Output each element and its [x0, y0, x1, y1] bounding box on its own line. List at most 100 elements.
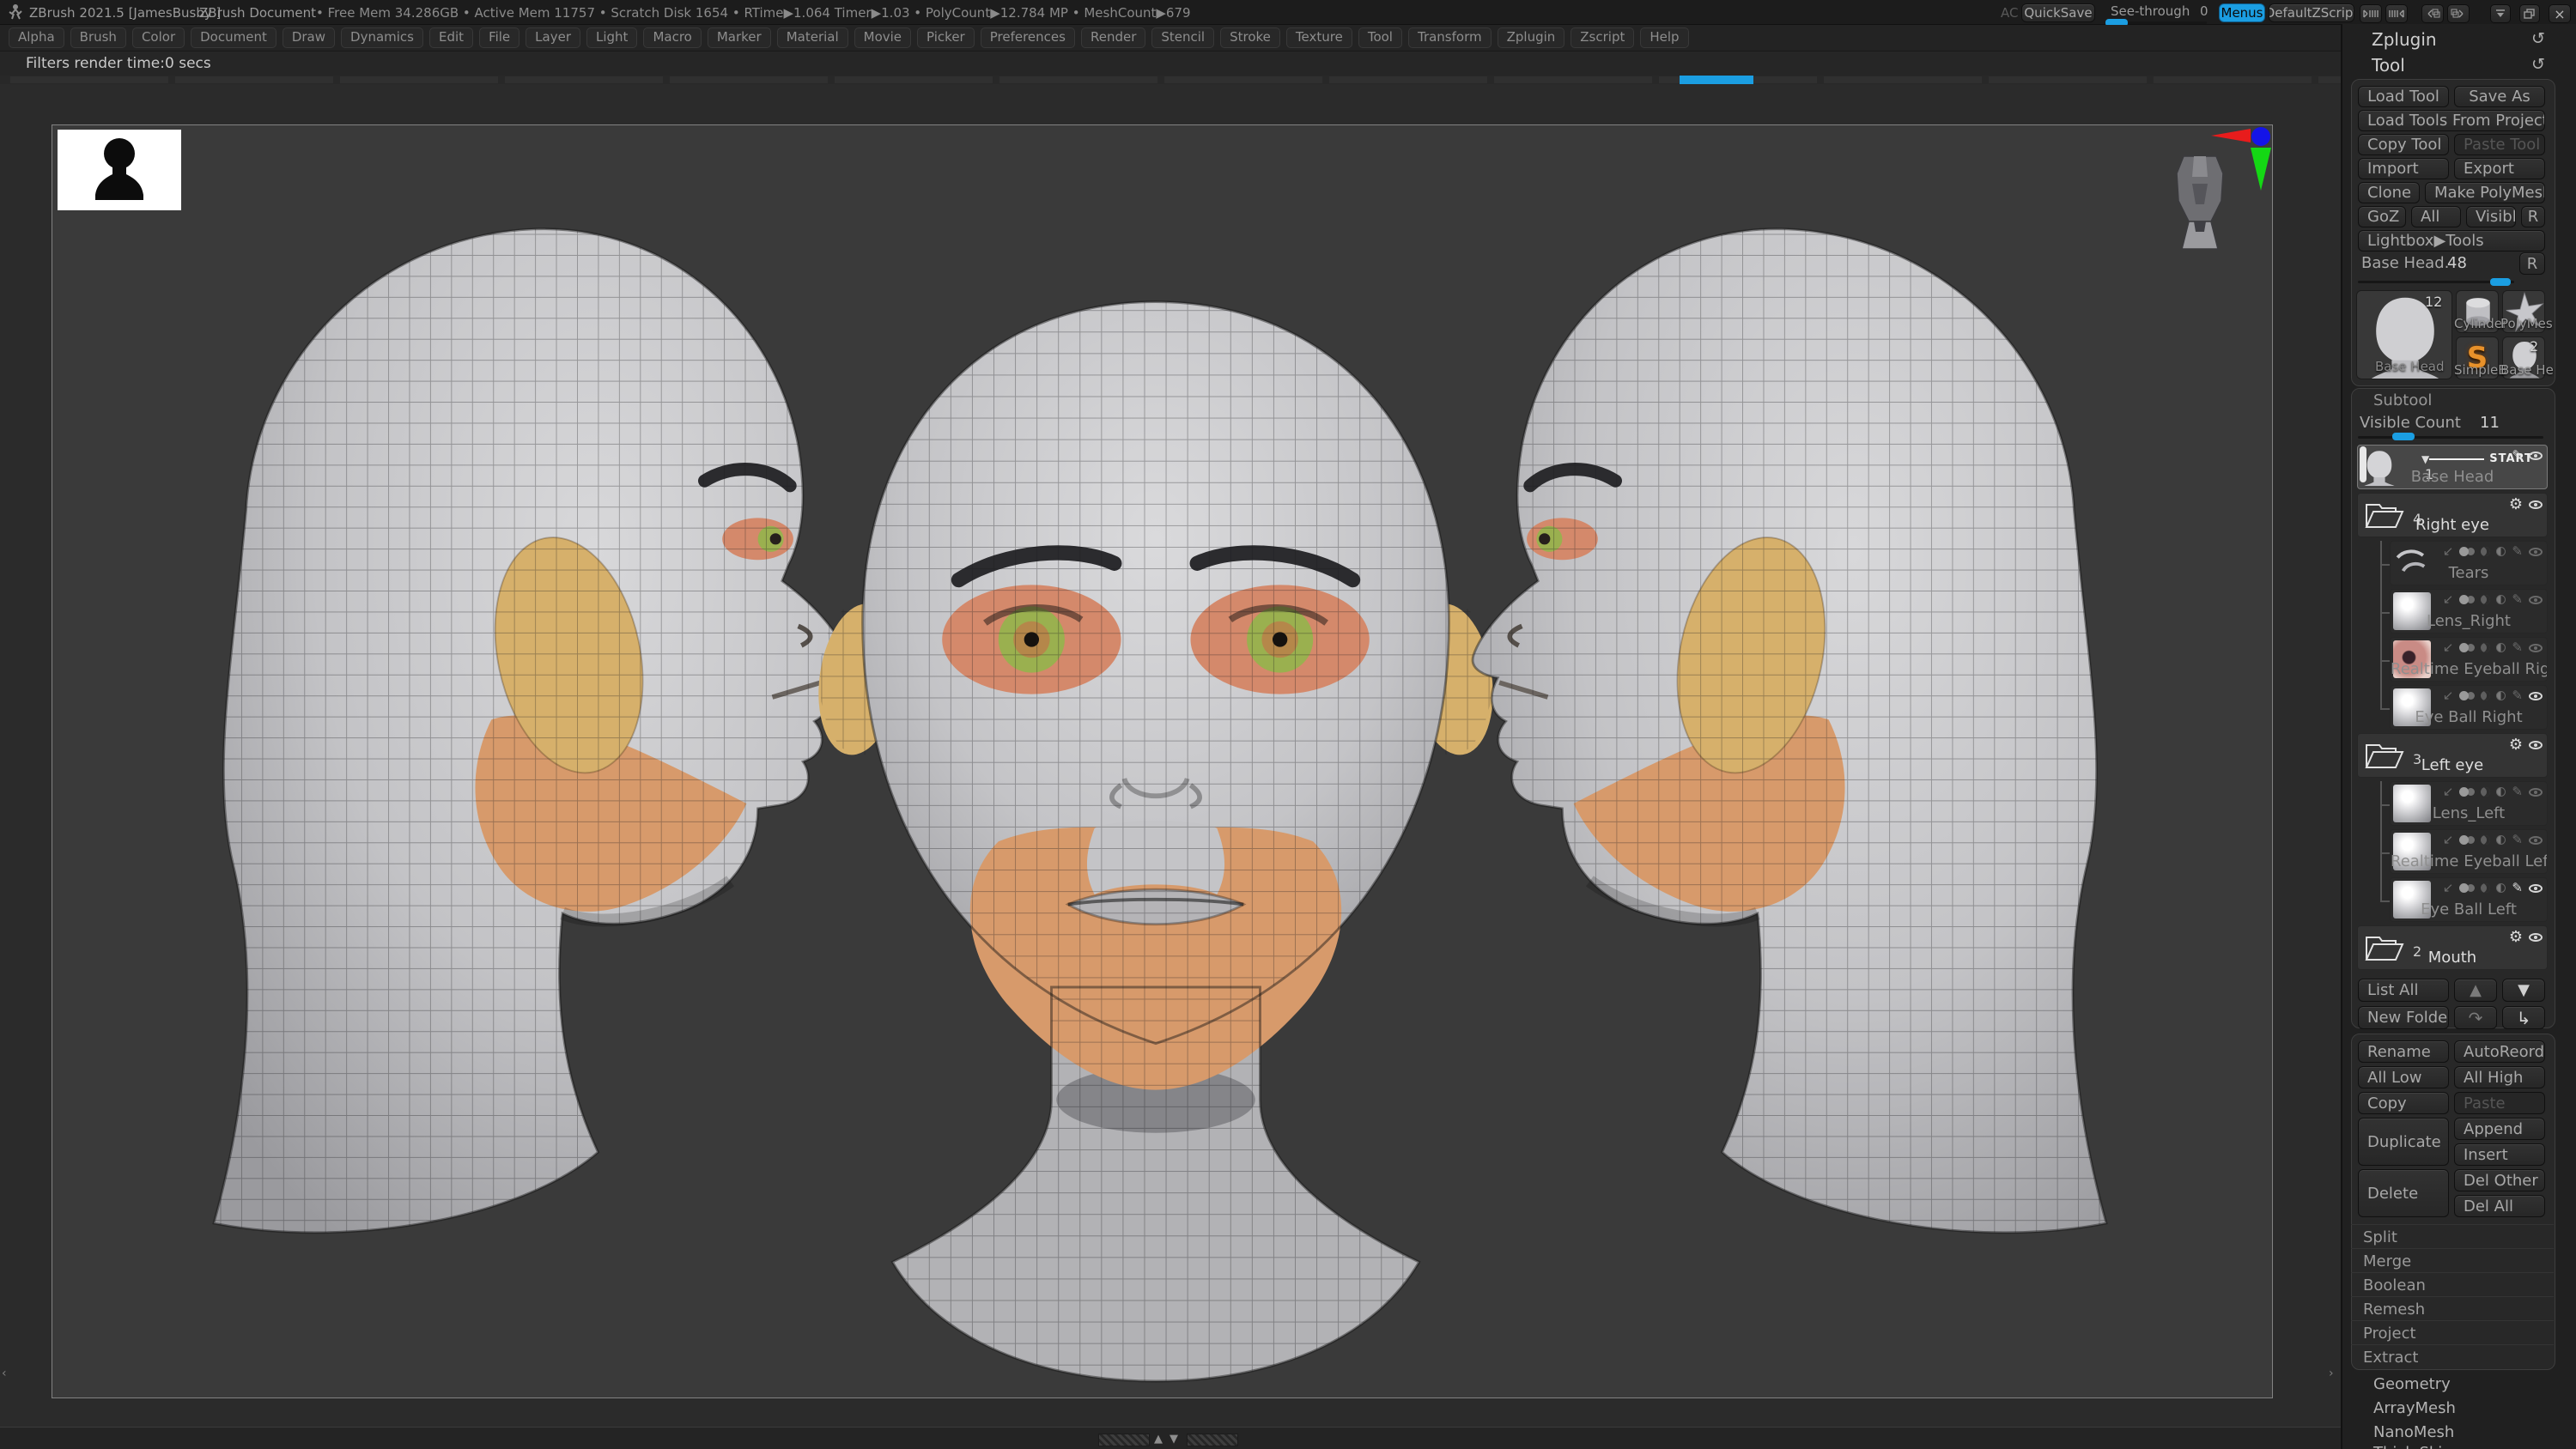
visibility-eye-icon[interactable]: [2529, 836, 2543, 845]
subtool-label[interactable]: Tears: [2391, 564, 2547, 582]
boolean-intersect-icon[interactable]: [2496, 547, 2506, 556]
paint-brush-icon[interactable]: ✎: [2512, 593, 2523, 606]
move-into-folder-button[interactable]: ↳: [2502, 1006, 2545, 1029]
folder-gear-icon[interactable]: ⚙: [2509, 497, 2523, 512]
subtool-label[interactable]: Base Head: [2358, 468, 2547, 486]
boolean-subtract-icon[interactable]: [2481, 835, 2490, 845]
menu-marker[interactable]: Marker: [708, 27, 771, 48]
boolean-add-icon[interactable]: [2459, 787, 2469, 797]
subtool-row-realtime-eyeball-left[interactable]: ↙ ✎ Realtime Eyeball Left: [2390, 829, 2548, 874]
copy-button[interactable]: Copy: [2358, 1092, 2449, 1114]
paint-brush-icon[interactable]: ✎: [2512, 449, 2523, 462]
section-merge[interactable]: Merge: [2351, 1248, 2554, 1272]
active-tool-slider-thumb[interactable]: [2490, 278, 2511, 286]
subtool-row-realtime-eyeball-right[interactable]: ↙ ✎ Realtime Eyeball Right: [2390, 637, 2548, 682]
paint-brush-icon[interactable]: ✎: [2512, 641, 2523, 654]
folder-gear-icon[interactable]: ⚙: [2509, 930, 2523, 945]
autoreorder-button[interactable]: AutoReorder: [2454, 1040, 2545, 1063]
menu-material[interactable]: Material: [777, 27, 848, 48]
visibility-eye-icon[interactable]: [2529, 692, 2543, 700]
goz-visible-button[interactable]: Visible: [2466, 206, 2516, 227]
menu-edit[interactable]: Edit: [429, 27, 473, 48]
menu-brush[interactable]: Brush: [70, 27, 126, 48]
section-nanomesh[interactable]: NanoMesh: [2373, 1423, 2454, 1441]
subtool-row-eye-ball-left[interactable]: ↙ ✎ Eye Ball Left: [2390, 877, 2548, 922]
goz-r-button[interactable]: R: [2521, 206, 2545, 227]
section-extract[interactable]: Extract: [2351, 1344, 2554, 1368]
boolean-add-icon[interactable]: [2459, 547, 2469, 556]
boolean-intersect-icon[interactable]: [2496, 787, 2506, 797]
visibility-eye-icon[interactable]: [2529, 788, 2543, 797]
menu-help[interactable]: Help: [1640, 27, 1688, 48]
boolean-add-icon[interactable]: [2459, 883, 2469, 893]
section-boolean[interactable]: Boolean: [2351, 1272, 2554, 1296]
head-right-profile[interactable]: [1461, 130, 2268, 1374]
head-front-view[interactable]: [799, 246, 1512, 1398]
boolean-subtract-icon[interactable]: [2481, 691, 2490, 700]
polypaint-arrow-icon[interactable]: ↙: [2443, 641, 2454, 654]
tray-grip-left[interactable]: [1098, 1434, 1150, 1446]
texture-preview-thumbnail[interactable]: [58, 130, 181, 210]
visibility-eye-icon[interactable]: [2529, 452, 2543, 460]
export-button[interactable]: Export: [2454, 158, 2545, 179]
subtool-label[interactable]: Left eye: [2358, 756, 2547, 774]
clone-button[interactable]: Clone: [2358, 182, 2420, 203]
paste-button[interactable]: Paste: [2454, 1092, 2545, 1114]
visibility-eye-icon[interactable]: [2529, 500, 2543, 509]
polypaint-arrow-icon[interactable]: ↙: [2443, 689, 2454, 702]
section-remesh[interactable]: Remesh: [2351, 1296, 2554, 1320]
boolean-add-icon[interactable]: [2459, 835, 2469, 845]
copy-tool-button[interactable]: Copy Tool: [2358, 134, 2449, 155]
all-low-button[interactable]: All Low: [2358, 1066, 2449, 1088]
insert-button[interactable]: Insert: [2454, 1143, 2545, 1166]
section-geometry[interactable]: Geometry: [2373, 1375, 2451, 1393]
load-tool-button[interactable]: Load Tool: [2358, 86, 2449, 107]
subtool-row-base-head[interactable]: ▼ START 1 ✎ Base Head: [2357, 445, 2548, 489]
subtool-row-tears[interactable]: ↙ ✎ Tears: [2390, 541, 2548, 585]
lightbox-tools-button[interactable]: Lightbox▶Tools: [2358, 230, 2545, 252]
tray-down-arrow-icon[interactable]: ▼: [1170, 1433, 1178, 1446]
subtool-label[interactable]: Realtime Eyeball Left: [2391, 852, 2547, 870]
left-tray-toggle-button[interactable]: [2360, 4, 2382, 23]
menu-transform[interactable]: Transform: [1408, 27, 1492, 48]
subtool-folder-left-eye[interactable]: 3 ⚙ Left eye: [2357, 733, 2548, 778]
visibility-eye-icon[interactable]: [2529, 933, 2543, 942]
subtool-folder-mouth[interactable]: 2 ⚙ Mouth: [2357, 925, 2548, 970]
minimize-button[interactable]: [2490, 4, 2511, 23]
load-tools-from-project-button[interactable]: Load Tools From Project: [2358, 110, 2545, 131]
redo-arrow-button[interactable]: ↷: [2454, 1006, 2497, 1029]
subtool-row-lens-left[interactable]: ↙ ✎ Lens_Left: [2390, 781, 2548, 826]
make-polymesh3d-button[interactable]: Make PolyMesh3D: [2425, 182, 2545, 203]
active-tool-name[interactable]: Base Head.: [2361, 254, 2449, 272]
menu-document[interactable]: Document: [191, 27, 276, 48]
section-split[interactable]: Split: [2351, 1224, 2554, 1248]
import-button[interactable]: Import: [2358, 158, 2449, 179]
visible-count-slider-thumb[interactable]: [2392, 433, 2415, 440]
menu-zplugin[interactable]: Zplugin: [1498, 27, 1565, 48]
goz-all-button[interactable]: All: [2411, 206, 2461, 227]
new-folder-button[interactable]: New Folder: [2358, 1006, 2449, 1029]
boolean-subtract-icon[interactable]: [2481, 643, 2490, 652]
rename-button[interactable]: Rename: [2358, 1040, 2449, 1063]
menu-texture[interactable]: Texture: [1286, 27, 1352, 48]
subtool-folder-right-eye[interactable]: 4 ⚙ Right eye: [2357, 493, 2548, 537]
visibility-eye-icon[interactable]: [2529, 884, 2543, 893]
visible-count-slider[interactable]: [2358, 436, 2543, 439]
menu-preferences[interactable]: Preferences: [981, 27, 1075, 48]
del-all-button[interactable]: Del All: [2454, 1195, 2545, 1217]
folder-gear-icon[interactable]: ⚙: [2509, 737, 2523, 753]
boolean-add-icon[interactable]: [2459, 595, 2469, 604]
polypaint-arrow-icon[interactable]: ↙: [2443, 834, 2454, 846]
paint-brush-icon[interactable]: ✎: [2512, 834, 2523, 846]
polypaint-arrow-icon[interactable]: ↙: [2443, 545, 2454, 558]
visibility-eye-icon[interactable]: [2529, 741, 2543, 749]
subtool-scrollbar[interactable]: [2360, 446, 2366, 482]
list-all-button[interactable]: List All: [2358, 979, 2449, 1002]
axis-gizmo[interactable]: [2209, 125, 2272, 194]
subtool-label[interactable]: Eye Ball Left: [2391, 900, 2547, 919]
tool-reset-icon[interactable]: ↺: [2531, 55, 2545, 74]
section-project[interactable]: Project: [2351, 1320, 2554, 1344]
del-other-button[interactable]: Del Other: [2454, 1169, 2545, 1191]
boolean-subtract-icon[interactable]: [2481, 547, 2490, 556]
section-thick-skin[interactable]: Thick Skin: [2373, 1444, 2452, 1449]
